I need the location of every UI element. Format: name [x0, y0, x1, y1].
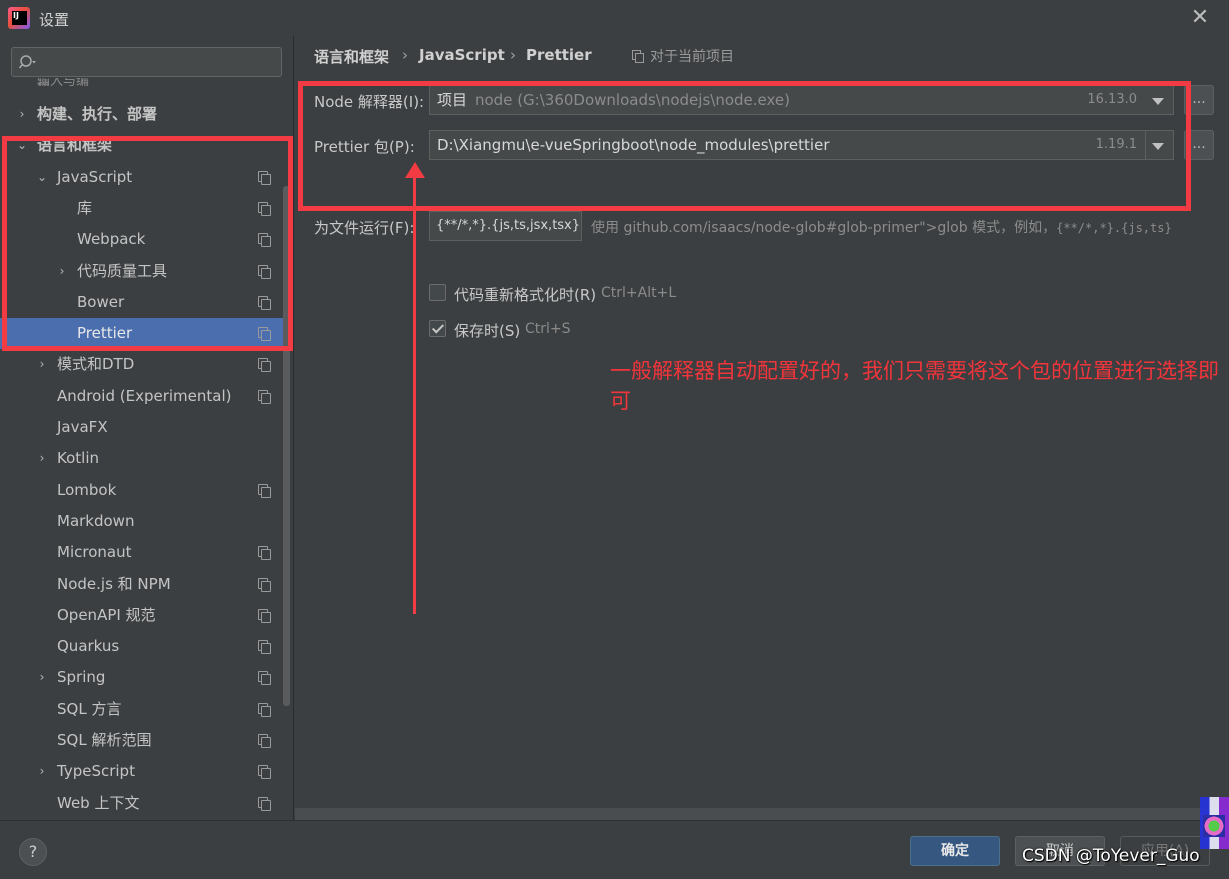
- copy-icon: [632, 50, 644, 63]
- sidebar-item-label: OpenAPI 规范: [57, 605, 156, 624]
- copy-icon: [258, 483, 271, 498]
- search-icon: [19, 55, 36, 69]
- sidebar-item[interactable]: Micronaut: [0, 537, 285, 568]
- chevron-right-icon[interactable]: ›: [36, 662, 48, 693]
- chevron-right-icon[interactable]: ›: [16, 99, 28, 130]
- sidebar-item-label: Node.js 和 NPM: [57, 574, 171, 593]
- search-input[interactable]: [42, 51, 277, 73]
- watermark: CSDN @ToYever_Guo: [1022, 846, 1200, 866]
- run-for-files-input[interactable]: {**/*,*}.{js,ts,jsx,tsx}: [429, 211, 582, 241]
- annotation-arrow-line: [413, 174, 416, 614]
- breadcrumb-item[interactable]: 语言和框架: [314, 46, 389, 67]
- close-icon[interactable]: ✕: [1189, 7, 1211, 29]
- annotation-arrow-up-icon: [405, 162, 425, 178]
- sidebar-item-label: Web 上下文: [57, 793, 140, 812]
- copy-icon: [258, 765, 271, 780]
- sidebar-item-label: SQL 解析范围: [57, 731, 152, 749]
- on-reformat-label[interactable]: 代码重新格式化时(R): [454, 284, 596, 305]
- annotation-sidebar-box: [2, 136, 293, 351]
- settings-main-panel: 语言和框架 › JavaScript › Prettier 对于当前项目 Nod…: [295, 36, 1229, 820]
- chevron-right-icon[interactable]: ›: [36, 349, 48, 380]
- sidebar-item-label: Kotlin: [57, 449, 99, 468]
- sidebar-item-label: JavaFX: [57, 418, 108, 436]
- breadcrumb-separator: ›: [510, 46, 516, 64]
- sidebar-item[interactable]: › Kotlin: [0, 443, 285, 474]
- copy-icon: [258, 734, 271, 748]
- on-reformat-shortcut: Ctrl+Alt+L: [601, 285, 677, 301]
- ok-button[interactable]: 确定: [910, 836, 1000, 866]
- help-button[interactable]: ?: [19, 838, 47, 866]
- chevron-right-icon[interactable]: ›: [36, 756, 48, 787]
- sidebar-item[interactable]: Android (Experimental): [0, 381, 285, 412]
- copy-icon: [258, 389, 271, 404]
- sidebar-item[interactable]: Markdown: [0, 506, 285, 537]
- title-bar: 设置 ✕: [0, 0, 1229, 36]
- horizontal-scrollbar[interactable]: [295, 808, 1229, 820]
- project-scope-text: 对于当前项目: [650, 49, 734, 65]
- tree-item-partial[interactable]: 输入与编辑: [37, 78, 97, 86]
- on-save-label[interactable]: 保存时(S): [454, 320, 520, 341]
- sidebar-item-label: 构建、执行、部署: [37, 105, 158, 123]
- copy-icon: [258, 671, 271, 686]
- breadcrumb-current: Prettier: [526, 46, 592, 64]
- sidebar-item[interactable]: OpenAPI 规范: [0, 600, 285, 631]
- sidebar-item[interactable]: Quarkus: [0, 631, 285, 662]
- sidebar-item-label: Quarkus: [57, 637, 120, 656]
- annotation-highlight-box: [298, 81, 1191, 211]
- on-reformat-checkbox[interactable]: [429, 284, 446, 301]
- sidebar-item-label: Lombok: [57, 480, 117, 499]
- sidebar-item[interactable]: SQL 方言: [0, 694, 285, 725]
- sidebar-item-label: Android (Experimental): [57, 386, 232, 405]
- sidebar-item-label: Micronaut: [57, 543, 132, 562]
- sidebar-item[interactable]: Lombok: [0, 475, 285, 506]
- sidebar-item[interactable]: › 构建、执行、部署: [0, 99, 285, 130]
- copy-icon: [258, 640, 271, 655]
- window-title: 设置: [39, 11, 70, 29]
- sidebar-item[interactable]: › 模式和DTD: [0, 349, 285, 380]
- sidebar-item[interactable]: › TypeScript: [0, 756, 285, 787]
- sidebar-item-label: TypeScript: [57, 762, 135, 781]
- on-save-shortcut: Ctrl+S: [525, 321, 571, 337]
- chevron-right-icon[interactable]: ›: [36, 443, 48, 474]
- copy-icon: [258, 608, 271, 623]
- breadcrumb-item[interactable]: JavaScript: [419, 46, 505, 64]
- sidebar-item[interactable]: › Spring: [0, 662, 285, 693]
- sidebar-item-label: Markdown: [57, 511, 135, 530]
- glob-hint-example: {**/*,*}.{js,ts}: [1056, 221, 1172, 235]
- annotation-text: 一般解释器自动配置好的，我们只需要将这个包的位置进行选择即可: [610, 359, 1219, 413]
- sidebar-item-label: SQL 方言: [57, 699, 122, 718]
- sidebar-item[interactable]: JavaFX: [0, 412, 285, 443]
- glob-hint: 使用 github.com/isaacs/node-glob#glob-prim…: [591, 217, 1172, 237]
- copy-icon: [258, 796, 271, 811]
- sidebar-item-label: Spring: [57, 668, 106, 687]
- sidebar-item[interactable]: SQL 解析范围: [0, 725, 285, 756]
- sidebar-item[interactable]: Node.js 和 NPM: [0, 569, 285, 600]
- sidebar-item-label: 模式和DTD: [57, 355, 135, 374]
- copy-icon: [258, 546, 271, 561]
- glob-hint-text: 使用 github.com/isaacs/node-glob#glob-prim…: [591, 220, 1057, 236]
- breadcrumb-separator: ›: [402, 46, 408, 64]
- copy-icon: [258, 358, 271, 373]
- run-for-files-label: 为文件运行(F):: [314, 219, 415, 237]
- intellij-logo-icon: [8, 7, 30, 29]
- corner-sticker-image: [1200, 797, 1229, 849]
- on-save-checkbox[interactable]: [429, 320, 446, 337]
- copy-icon: [258, 577, 271, 592]
- sidebar-item[interactable]: Web 上下文: [0, 788, 285, 819]
- copy-icon: [258, 702, 271, 717]
- search-box[interactable]: [11, 47, 282, 77]
